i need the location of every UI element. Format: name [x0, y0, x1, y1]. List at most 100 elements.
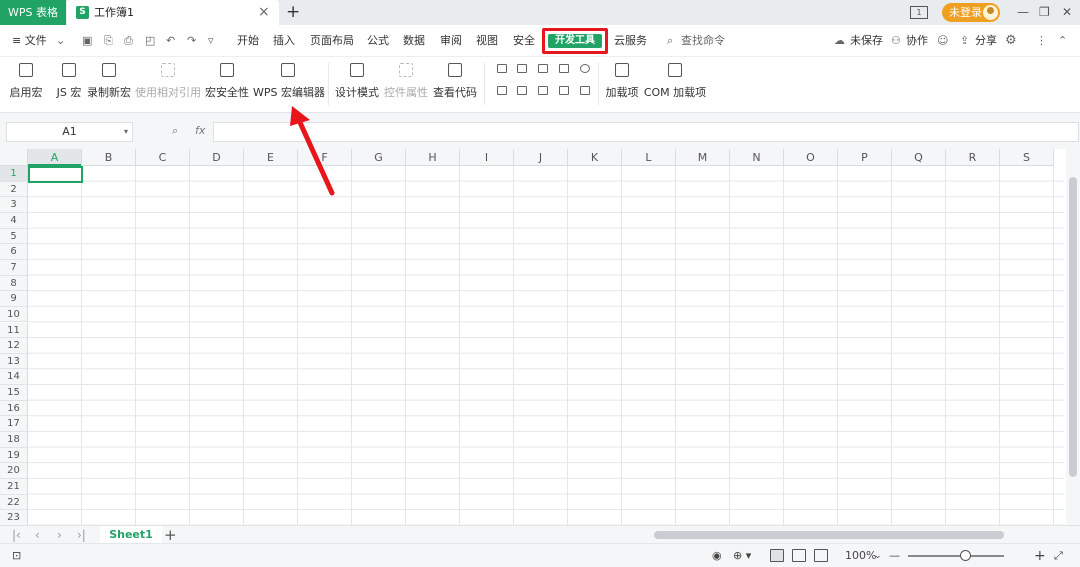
- zoom-search-icon[interactable]: ⌕: [172, 113, 178, 149]
- save-icon[interactable]: ▣: [82, 25, 92, 57]
- column-header[interactable]: A: [28, 149, 82, 166]
- record-macro-button[interactable]: 录制新宏: [86, 57, 132, 113]
- first-sheet-icon[interactable]: |‹: [12, 526, 21, 544]
- enable-macro-button[interactable]: 启用宏: [6, 57, 46, 113]
- chevron-down-icon[interactable]: ⌄: [56, 25, 65, 57]
- close-tab-icon[interactable]: ×: [258, 0, 270, 25]
- tab-formula[interactable]: 公式: [367, 25, 389, 57]
- combobox-control-icon[interactable]: [538, 64, 548, 73]
- collapse-ribbon-icon[interactable]: ⌃: [1058, 25, 1067, 57]
- tab-security[interactable]: 安全: [513, 25, 535, 57]
- row-header[interactable]: 22: [0, 494, 28, 511]
- zoom-out-button[interactable]: —: [889, 544, 900, 567]
- page-indicator-icon[interactable]: 1: [910, 6, 928, 19]
- column-header[interactable]: J: [514, 149, 568, 166]
- fullscreen-icon[interactable]: ⤢: [1054, 544, 1063, 567]
- row-header[interactable]: 16: [0, 400, 28, 417]
- preview-icon[interactable]: ◰: [145, 25, 155, 57]
- zoom-level[interactable]: 100%: [845, 544, 876, 567]
- selected-cell[interactable]: [28, 166, 83, 183]
- row-header[interactable]: 6: [0, 244, 28, 260]
- more-icon[interactable]: ⋮: [1036, 25, 1047, 57]
- column-header[interactable]: D: [190, 149, 244, 166]
- row-header[interactable]: 3: [0, 197, 28, 213]
- column-header[interactable]: K: [568, 149, 622, 166]
- view-code-button[interactable]: 查看代码: [432, 57, 478, 113]
- row-header[interactable]: 4: [0, 212, 28, 229]
- tab-cloud-service[interactable]: 云服务: [614, 25, 647, 57]
- tab-data[interactable]: 数据: [403, 25, 425, 57]
- row-header[interactable]: 7: [0, 259, 28, 276]
- share-button[interactable]: 分享: [975, 25, 997, 57]
- radio-control-icon[interactable]: [580, 64, 590, 73]
- customize-icon[interactable]: ▿: [208, 25, 214, 57]
- column-header[interactable]: I: [460, 149, 514, 166]
- vertical-scroll-thumb[interactable]: [1069, 177, 1077, 477]
- column-header[interactable]: S: [1000, 149, 1054, 166]
- document-tab[interactable]: S 工作簿1 ×: [67, 0, 279, 25]
- cells-area[interactable]: [28, 166, 1064, 525]
- zoom-in-button[interactable]: +: [1034, 544, 1046, 567]
- search-command[interactable]: 查找命令: [681, 25, 725, 57]
- row-header[interactable]: 9: [0, 291, 28, 307]
- column-header[interactable]: L: [622, 149, 676, 166]
- last-sheet-icon[interactable]: ›|: [77, 526, 86, 544]
- row-header[interactable]: 12: [0, 338, 28, 354]
- row-header[interactable]: 8: [0, 275, 28, 292]
- row-header[interactable]: 11: [0, 322, 28, 339]
- add-sheet-button[interactable]: +: [164, 526, 177, 544]
- row-header[interactable]: 23: [0, 510, 28, 526]
- chevron-down-icon[interactable]: ▾: [124, 123, 128, 141]
- row-header[interactable]: 19: [0, 447, 28, 464]
- row-header[interactable]: 10: [0, 306, 28, 323]
- chevron-down-icon[interactable]: ⌄: [874, 544, 882, 567]
- spinner-control-icon[interactable]: [559, 86, 569, 95]
- column-header[interactable]: M: [676, 149, 730, 166]
- select-all-corner[interactable]: [0, 149, 28, 166]
- unsaved-status[interactable]: 未保存: [850, 25, 883, 57]
- zoom-slider-handle[interactable]: [960, 550, 971, 561]
- row-header[interactable]: 20: [0, 463, 28, 479]
- column-header[interactable]: C: [136, 149, 190, 166]
- comment-icon[interactable]: ☺: [937, 25, 948, 57]
- tab-home[interactable]: 开始: [237, 25, 259, 57]
- fx-icon[interactable]: fx: [195, 113, 205, 149]
- js-macro-button[interactable]: JS 宏: [52, 57, 86, 113]
- file-menu[interactable]: ≡ 文件: [12, 25, 47, 57]
- undo-icon[interactable]: ↶: [166, 25, 175, 57]
- column-header[interactable]: H: [406, 149, 460, 166]
- horizontal-scroll-thumb[interactable]: [654, 531, 1004, 539]
- row-header[interactable]: 21: [0, 479, 28, 495]
- gear-icon[interactable]: ⚙: [1005, 25, 1017, 57]
- row-header[interactable]: 15: [0, 385, 28, 401]
- com-addins-button[interactable]: COM 加载项: [643, 57, 707, 113]
- column-header[interactable]: B: [82, 149, 136, 166]
- restore-icon[interactable]: ❐: [1039, 0, 1050, 25]
- minimize-icon[interactable]: —: [1017, 0, 1029, 25]
- redo-icon[interactable]: ↷: [187, 25, 196, 57]
- label-control-icon[interactable]: [497, 64, 507, 73]
- macro-record-icon[interactable]: ⊡: [12, 544, 21, 567]
- tab-view[interactable]: 视图: [476, 25, 498, 57]
- tab-page-layout[interactable]: 页面布局: [310, 25, 354, 57]
- eye-protection-icon[interactable]: ◉: [712, 544, 722, 567]
- row-header[interactable]: 18: [0, 432, 28, 448]
- scrollbar-control-icon[interactable]: [580, 86, 590, 95]
- row-header[interactable]: 14: [0, 369, 28, 386]
- page-layout-view-icon[interactable]: [792, 549, 806, 562]
- prev-sheet-icon[interactable]: ‹: [35, 526, 40, 544]
- textbox-control-icon[interactable]: [517, 86, 527, 95]
- listbox-control-icon[interactable]: [559, 64, 569, 73]
- vertical-scrollbar[interactable]: [1066, 149, 1080, 525]
- macro-security-button[interactable]: 宏安全性: [204, 57, 250, 113]
- sheet-tab[interactable]: Sheet1: [100, 526, 162, 544]
- row-header[interactable]: 17: [0, 416, 28, 433]
- column-header[interactable]: O: [784, 149, 838, 166]
- checkbox-control-icon[interactable]: [517, 64, 527, 73]
- button-control-icon[interactable]: [538, 86, 548, 95]
- page-break-view-icon[interactable]: [814, 549, 828, 562]
- column-header[interactable]: N: [730, 149, 784, 166]
- row-header[interactable]: 13: [0, 353, 28, 370]
- normal-view-icon[interactable]: [770, 549, 784, 562]
- export-icon[interactable]: ⎘: [104, 25, 113, 57]
